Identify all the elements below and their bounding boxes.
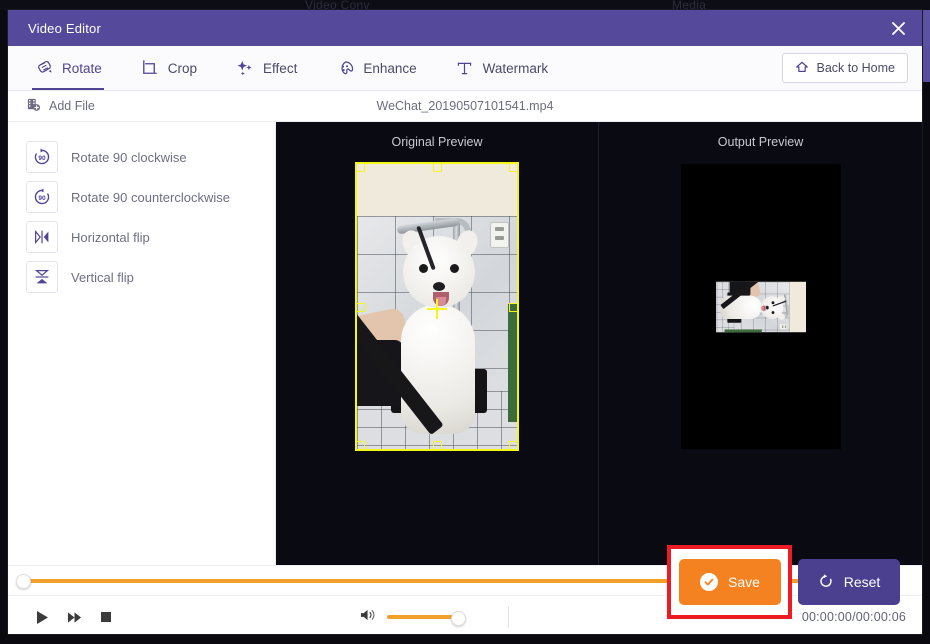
time-display: 00:00:00/00:00:06 [801, 610, 906, 624]
output-preview-title: Output Preview [717, 135, 804, 149]
reset-label: Reset [843, 574, 881, 590]
add-file-button[interactable]: Add File [26, 97, 95, 115]
save-button[interactable]: Save [679, 559, 781, 605]
tab-crop-label: Crop [167, 60, 198, 76]
back-to-home-label: Back to Home [816, 61, 895, 75]
selection-handle-top-right[interactable] [509, 164, 517, 172]
play-icon[interactable] [26, 601, 58, 633]
rotated-frame [715, 281, 806, 332]
rotate-ccw-90-icon: 90 [26, 181, 58, 213]
home-icon [795, 60, 809, 77]
wall-outlet [490, 222, 509, 248]
volume-slider-handle[interactable] [451, 610, 466, 626]
output-preview-panel: Output Preview [599, 122, 922, 565]
dog-eye-right [771, 310, 774, 314]
tab-watermark[interactable]: Watermark [451, 46, 565, 90]
current-file-name: WeChat_20190507101541.mp4 [376, 99, 554, 113]
dog-eye-left [419, 264, 428, 273]
original-preview-title: Original Preview [391, 135, 483, 149]
window-title: Video Editor [28, 20, 101, 36]
dog-eye-left [771, 300, 774, 304]
title-bar: Video Editor [8, 10, 922, 46]
dog-nose [433, 282, 445, 291]
rotate-options-sidebar: 90 Rotate 90 clockwise 90 Rotate 90 coun… [8, 122, 276, 565]
sidebar-item-rotate-90-counterclockwise[interactable]: 90 Rotate 90 counterclockwise [26, 180, 275, 214]
rotate-icon [34, 58, 54, 78]
horizontal-flip-icon [26, 221, 58, 253]
rotated-frame-wrapper [715, 281, 806, 332]
sidebar-item-vertical-flip[interactable]: Vertical flip [26, 260, 275, 294]
volume-control [360, 608, 466, 627]
dog-eye-right [450, 264, 459, 273]
selection-handle-middle-left[interactable] [357, 302, 365, 312]
sidebar-item-label: Horizontal flip [71, 229, 150, 245]
selection-handle-bottom-left[interactable] [357, 441, 365, 449]
sidebar-item-horizontal-flip[interactable]: Horizontal flip [26, 220, 275, 254]
sparkle-icon [235, 58, 255, 78]
sidebar-item-label: Rotate 90 counterclockwise [71, 189, 230, 205]
check-circle-icon [700, 573, 719, 591]
video-editor-window: Video Editor Rotate Crop Effect Enhance … [8, 10, 922, 634]
save-label: Save [728, 574, 760, 590]
green-edge [508, 304, 517, 422]
background-app-strip: Video Conv Media [0, 0, 930, 12]
svg-text:90: 90 [38, 195, 46, 202]
enhance-icon [335, 58, 355, 78]
volume-slider[interactable] [387, 610, 466, 626]
sidebar-item-rotate-90-clockwise[interactable]: 90 Rotate 90 clockwise [26, 140, 275, 174]
original-preview-video[interactable] [355, 162, 519, 451]
reset-button[interactable]: Reset [798, 559, 900, 605]
reset-arrow-icon [818, 573, 834, 592]
crop-icon [140, 58, 160, 78]
editor-tabs: Rotate Crop Effect Enhance Watermark Bac… [8, 46, 922, 91]
add-file-icon [26, 97, 41, 115]
stop-icon[interactable] [90, 601, 122, 633]
dog-tongue [760, 306, 764, 310]
tab-watermark-label: Watermark [482, 60, 549, 76]
svg-text:90: 90 [38, 155, 46, 162]
tab-rotate-label: Rotate [62, 60, 102, 76]
tab-effect[interactable]: Effect [231, 46, 313, 90]
green-edge [724, 328, 762, 332]
dog-nose [765, 305, 769, 310]
seek-slider-handle[interactable] [16, 574, 31, 589]
fast-forward-icon[interactable] [58, 601, 90, 633]
rotate-cw-90-icon: 90 [26, 141, 58, 173]
tab-enhance-label: Enhance [363, 60, 417, 76]
tab-enhance[interactable]: Enhance [331, 46, 432, 90]
selection-handle-bottom-right[interactable] [509, 441, 517, 449]
preview-stage: Original Preview Output Preview [276, 122, 922, 565]
video-frame-output [715, 281, 806, 332]
wall-outlet [778, 323, 788, 330]
selection-handle-middle-right[interactable] [509, 302, 517, 312]
original-preview-panel: Original Preview [276, 122, 599, 565]
sidebar-item-label: Rotate 90 clockwise [71, 149, 187, 165]
screen: Video Conv Media Video Editor Rotate Cro… [0, 0, 930, 644]
output-preview-video[interactable] [680, 164, 841, 449]
selection-handle-top-center[interactable] [433, 164, 442, 172]
tab-crop[interactable]: Crop [136, 46, 213, 90]
add-file-label: Add File [49, 99, 95, 113]
file-bar: Add File WeChat_20190507101541.mp4 [8, 91, 922, 122]
output-video-frame [680, 261, 841, 352]
volume-icon[interactable] [360, 608, 377, 627]
tab-effect-label: Effect [263, 60, 298, 76]
selection-handle-bottom-center[interactable] [433, 441, 442, 449]
dog-body [401, 304, 475, 434]
time-divider [508, 606, 509, 628]
back-to-home-button[interactable]: Back to Home [782, 53, 908, 83]
rotation-center-crosshair [427, 299, 447, 320]
close-icon[interactable] [886, 16, 910, 40]
editor-body: 90 Rotate 90 clockwise 90 Rotate 90 coun… [8, 122, 922, 565]
vertical-flip-icon [26, 261, 58, 293]
text-t-icon [455, 58, 475, 78]
sidebar-item-label: Vertical flip [71, 269, 134, 285]
selection-handle-top-left[interactable] [357, 164, 365, 172]
tab-rotate[interactable]: Rotate [30, 46, 118, 90]
